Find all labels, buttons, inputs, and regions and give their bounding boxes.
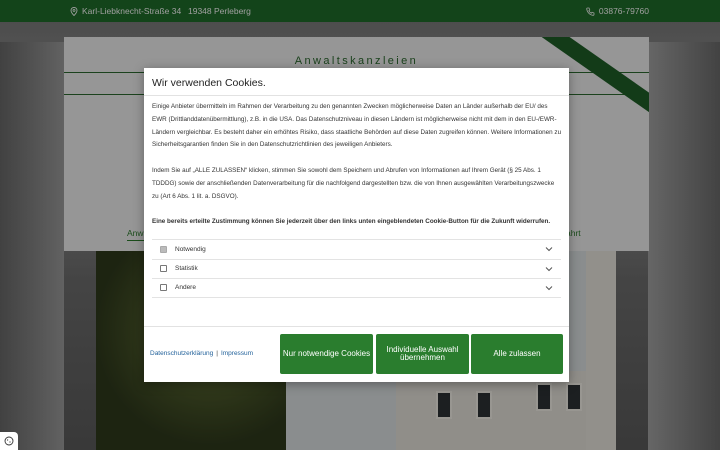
accept-all-button[interactable]: Alle zulassen bbox=[471, 334, 563, 374]
checkbox-necessary bbox=[160, 245, 167, 253]
privacy-link[interactable]: Datenschutzerklärung bbox=[150, 350, 213, 357]
chevron-down-icon[interactable] bbox=[545, 285, 553, 291]
link-separator: | bbox=[216, 350, 218, 357]
cookie-option-necessary[interactable]: Notwendig bbox=[152, 239, 561, 259]
cookie-option-statistics[interactable]: Statistik bbox=[152, 258, 561, 279]
imprint-link[interactable]: Impressum bbox=[221, 350, 253, 357]
option-label: Andere bbox=[175, 284, 196, 292]
necessary-only-button[interactable]: Nur notwendige Cookies bbox=[280, 334, 373, 374]
legal-links: Datenschutzerklärung | Impressum bbox=[150, 350, 253, 357]
cookie-paragraph-consent: Indem Sie auf „ALLE ZULASSEN“ klicken, s… bbox=[152, 166, 555, 200]
dialog-divider bbox=[144, 95, 569, 96]
cookie-icon bbox=[4, 436, 14, 446]
cookie-dialog-title: Wir verwenden Cookies. bbox=[152, 77, 266, 89]
cookie-paragraph-revoke: Eine bereits erteilte Zustimmung können … bbox=[152, 218, 551, 226]
cookie-settings-button[interactable] bbox=[0, 432, 18, 450]
dialog-footer-divider bbox=[144, 326, 569, 327]
cookie-option-other[interactable]: Andere bbox=[152, 278, 561, 298]
checkbox-statistics[interactable] bbox=[160, 265, 167, 273]
cookie-consent-dialog: Wir verwenden Cookies. Einige Anbieter ü… bbox=[144, 68, 569, 382]
cookie-paragraph-transfer: Einige Anbieter übermitteln im Rahmen de… bbox=[152, 103, 562, 149]
option-label: Notwendig bbox=[175, 245, 206, 253]
cookie-options: Notwendig Statistik Andere bbox=[152, 239, 561, 298]
checkbox-other[interactable] bbox=[160, 284, 167, 292]
chevron-down-icon[interactable] bbox=[545, 246, 553, 252]
save-selection-button[interactable]: Individuelle Auswahl übernehmen bbox=[376, 334, 469, 374]
cookie-dialog-text: Einige Anbieter übermitteln im Rahmen de… bbox=[152, 101, 562, 242]
option-label: Statistik bbox=[175, 265, 198, 273]
chevron-down-icon[interactable] bbox=[545, 266, 553, 272]
